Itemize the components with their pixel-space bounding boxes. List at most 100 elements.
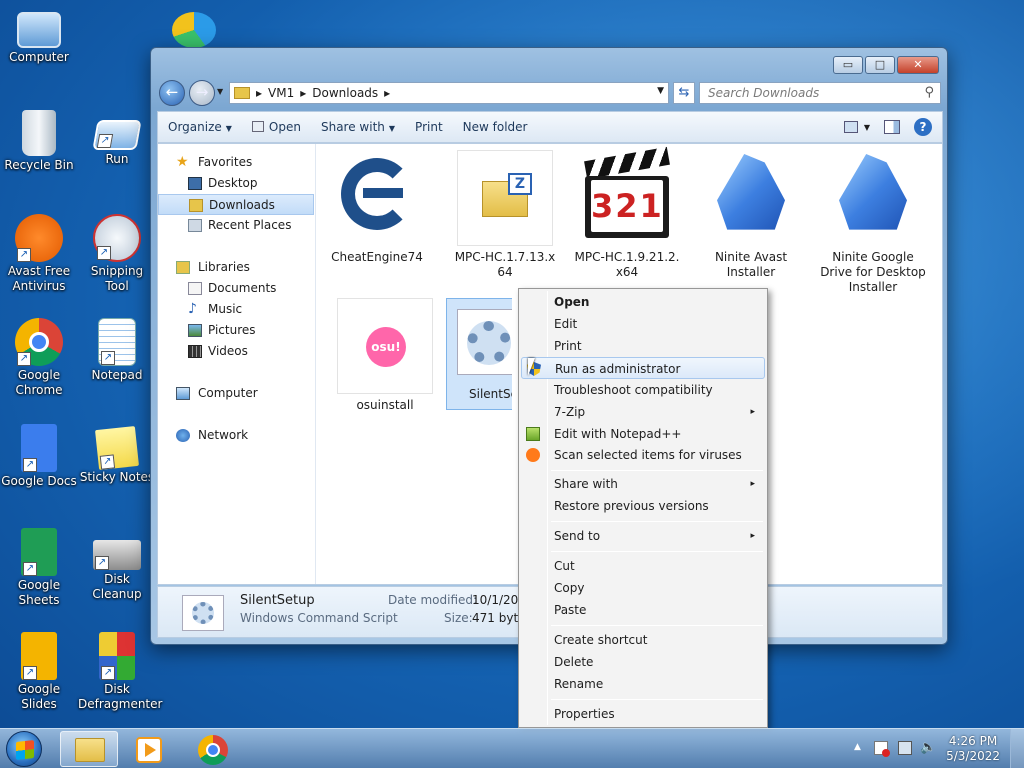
desktop-icon-notepad[interactable]: ↗ Notepad — [78, 318, 156, 383]
desktop-icon-disk-defragmenter[interactable]: ↗ Disk Defragmenter — [78, 632, 162, 712]
menu-item-label: Cut — [554, 559, 575, 573]
minimize-button[interactable]: ▭ — [833, 56, 863, 74]
menu-item-scan-for-viruses[interactable]: Scan selected items for viruses — [521, 444, 765, 466]
file-item-silentsetup[interactable]: SilentSe — [446, 298, 512, 410]
back-button[interactable]: ← — [159, 80, 185, 106]
desktop-icon-snipping-tool[interactable]: ↗ Snipping Tool — [78, 214, 156, 294]
open-button[interactable]: Open — [242, 120, 311, 134]
chevron-down-icon: ▼ — [225, 124, 232, 133]
volume-icon[interactable]: 🔈 — [920, 740, 936, 755]
computer-icon — [176, 387, 190, 400]
nav-downloads[interactable]: Downloads — [158, 194, 314, 215]
menu-item-send-to[interactable]: Send to ▸ — [521, 525, 765, 547]
maximize-button[interactable]: □ — [865, 56, 895, 74]
taskbar-explorer[interactable] — [60, 731, 118, 767]
details-date-label: Date modified: — [388, 593, 478, 607]
avast-icon — [526, 448, 540, 462]
menu-item-share-with[interactable]: Share with ▸ — [521, 473, 765, 495]
start-button[interactable] — [6, 731, 42, 767]
organize-menu[interactable]: Organize ▼ — [158, 120, 242, 134]
file-item-ninite-avast[interactable]: Ninite Avast Installer — [692, 150, 810, 280]
menu-item-run-as-administrator[interactable]: Run as administrator — [521, 357, 765, 379]
show-hidden-icons-button[interactable]: ▲ — [854, 742, 861, 752]
nav-desktop[interactable]: Desktop — [158, 173, 314, 194]
address-dropdown-icon[interactable]: ▼ — [657, 86, 664, 96]
file-item-ninite-google-drive[interactable]: Ninite Google Drive for Desktop Installe… — [814, 150, 932, 295]
pictures-icon — [188, 324, 202, 337]
action-center-flag-icon[interactable] — [874, 741, 890, 757]
file-name-line1: Ninite Google — [832, 250, 914, 264]
menu-item-rename[interactable]: Rename — [521, 673, 765, 695]
nav-computer[interactable]: Computer — [158, 383, 314, 404]
refresh-button[interactable]: ⇆ — [673, 82, 695, 104]
file-name-line2: Drive for Desktop — [820, 265, 926, 279]
menu-item-edit-with-notepadpp[interactable]: Edit with Notepad++ — [521, 423, 765, 445]
menu-item-paste[interactable]: Paste — [521, 599, 765, 621]
help-icon[interactable]: ? — [914, 118, 932, 136]
menu-item-print[interactable]: Print — [521, 335, 765, 357]
nav-label: Videos — [208, 344, 248, 358]
desktop-icon-google-sheets[interactable]: ↗ Google Sheets — [0, 528, 78, 608]
menu-item-cut[interactable]: Cut — [521, 555, 765, 577]
desktop-icon-disk-cleanup[interactable]: ↗ Disk Cleanup — [78, 528, 156, 602]
close-button[interactable]: ✕ — [897, 56, 939, 74]
search-input[interactable]: Search Downloads ⚲ — [699, 82, 941, 104]
nav-pictures[interactable]: Pictures — [158, 320, 314, 341]
desktop-icon-avast[interactable]: ↗ Avast Free Antivirus — [0, 214, 78, 294]
preview-pane-icon[interactable] — [884, 120, 900, 134]
nav-network[interactable]: Network — [158, 425, 314, 446]
menu-separator — [551, 470, 763, 471]
recent-pages-dropdown[interactable]: ▼ — [217, 87, 223, 96]
address-bar[interactable]: ▸ VM1 ▸ Downloads ▸ ▼ — [229, 82, 669, 104]
menu-item-edit[interactable]: Edit — [521, 313, 765, 335]
desktop-icon-chrome[interactable]: ↗ Google Chrome — [0, 318, 78, 398]
desktop-icon-label: Google Chrome — [15, 368, 63, 397]
taskbar-media-player[interactable] — [120, 731, 178, 767]
menu-item-copy[interactable]: Copy — [521, 577, 765, 599]
nav-documents[interactable]: Documents — [158, 278, 314, 299]
print-button[interactable]: Print — [405, 120, 453, 134]
file-item-osuinstall[interactable]: osu! osuinstall — [326, 298, 444, 413]
chevron-down-icon: ▼ — [388, 124, 396, 133]
forward-button[interactable]: → — [189, 80, 215, 106]
taskbar-chrome[interactable] — [184, 731, 242, 767]
menu-item-label: Rename — [554, 677, 604, 691]
desktop-icon-google-docs[interactable]: ↗ Google Docs — [0, 424, 78, 489]
desktop-icon-recycle-bin[interactable]: Recycle Bin — [0, 110, 78, 173]
desktop-icon-label: Avast Free Antivirus — [7, 264, 71, 293]
desktop-icon-google-slides[interactable]: ↗ Google Slides — [0, 632, 78, 712]
nav-recent-places[interactable]: Recent Places — [158, 215, 314, 236]
nav-libraries[interactable]: Libraries — [158, 257, 314, 278]
file-item-cheatengine[interactable]: CheatEngine74 — [318, 150, 436, 265]
search-icon[interactable]: ⚲ — [924, 85, 934, 100]
menu-item-restore-previous-versions[interactable]: Restore previous versions — [521, 495, 765, 517]
breadcrumb-vm1[interactable]: VM1 — [268, 86, 294, 100]
menu-item-7zip[interactable]: 7-Zip ▸ — [521, 401, 765, 423]
share-with-menu[interactable]: Share with ▼ — [311, 120, 405, 134]
nav-favorites[interactable]: ★ Favorites — [158, 152, 314, 173]
nav-music[interactable]: ♪ Music — [158, 299, 314, 320]
file-item-mpc-hc-1-9-21[interactable]: 321 MPC-HC.1.9.21.2. x64 — [568, 146, 686, 280]
new-folder-button[interactable]: New folder — [453, 120, 538, 134]
ninite-icon — [825, 150, 921, 246]
menu-item-create-shortcut[interactable]: Create shortcut — [521, 629, 765, 651]
breadcrumb-downloads[interactable]: Downloads — [312, 86, 378, 100]
file-name: SilentSe — [469, 387, 512, 401]
menu-item-label: Copy — [554, 581, 585, 595]
clock[interactable]: 4:26 PM 5/3/2022 — [946, 734, 1000, 764]
menu-item-open[interactable]: Open — [521, 291, 765, 313]
menu-item-properties[interactable]: Properties — [521, 703, 765, 725]
show-desktop-button[interactable] — [1010, 729, 1024, 768]
videos-icon — [188, 345, 202, 358]
desktop-icon-run[interactable]: ↗ Run — [78, 110, 156, 167]
file-item-mpc-hc-1-7-13[interactable]: Z MPC-HC.1.7.13.x 64 — [446, 150, 564, 280]
desktop-icon-sticky-notes[interactable]: ↗ Sticky Notes — [78, 424, 156, 485]
desktop-icon-computer[interactable]: Computer — [0, 8, 78, 65]
menu-item-troubleshoot-compatibility[interactable]: Troubleshoot compatibility — [521, 379, 765, 401]
gear-script-icon — [182, 595, 224, 631]
nav-videos[interactable]: Videos — [158, 341, 314, 362]
chevron-down-icon[interactable]: ▼ — [864, 123, 870, 132]
menu-item-delete[interactable]: Delete — [521, 651, 765, 673]
change-view-icon[interactable] — [843, 121, 858, 133]
network-icon[interactable] — [898, 741, 912, 755]
